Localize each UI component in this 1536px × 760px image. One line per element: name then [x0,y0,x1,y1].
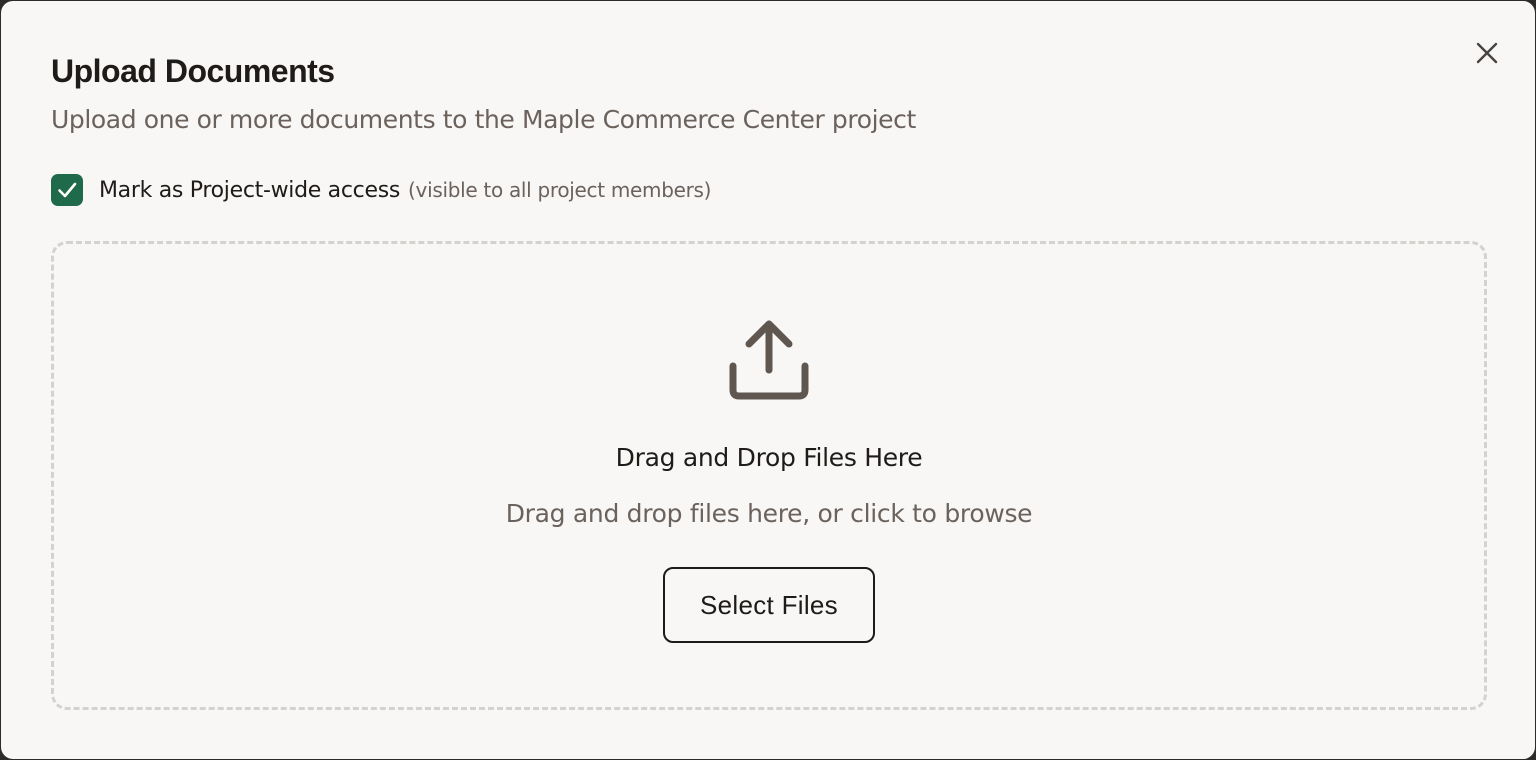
dialog-subtitle: Upload one or more documents to the Mapl… [51,105,916,134]
dialog-title: Upload Documents [51,53,335,89]
project-wide-access-label: Mark as Project-wide access [99,177,401,203]
upload-icon [729,320,809,400]
select-files-button[interactable]: Select Files [663,567,875,643]
project-wide-access-option[interactable]: Mark as Project-wide access (visible to … [51,173,711,207]
upload-documents-dialog: Upload Documents Upload one or more docu… [1,1,1535,759]
project-wide-access-checkbox[interactable] [51,174,83,206]
checkmark-icon [58,182,77,198]
dropzone-hint: Drag and drop files here, or click to br… [505,499,1033,528]
file-dropzone[interactable]: Drag and Drop Files Here Drag and drop f… [51,241,1487,710]
project-wide-access-hint: (visible to all project members) [408,178,712,202]
close-button[interactable] [1471,37,1503,69]
close-icon [1476,42,1498,64]
dropzone-title: Drag and Drop Files Here [615,443,923,472]
